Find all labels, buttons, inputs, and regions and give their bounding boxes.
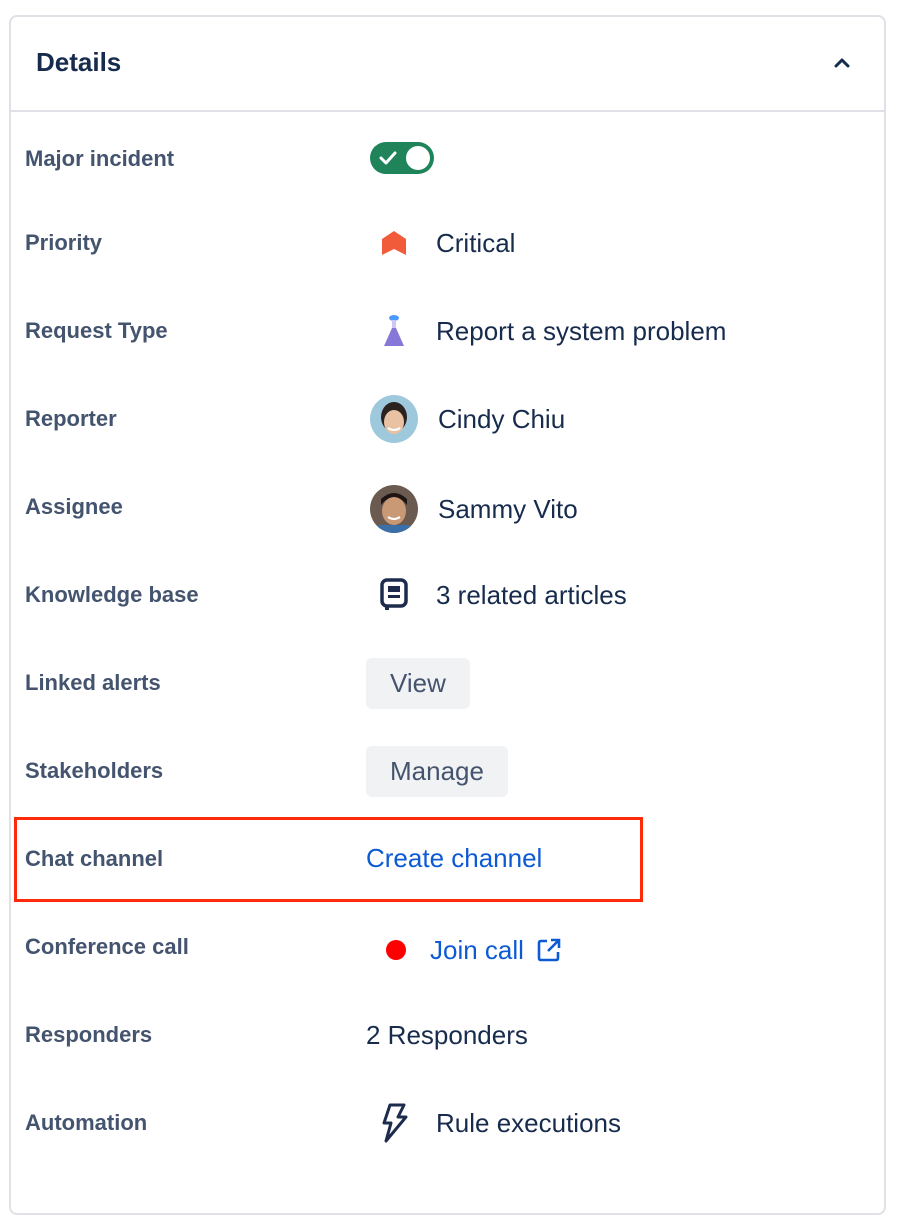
field-priority: Priority Critical: [0, 206, 904, 294]
rule-executions-link[interactable]: Rule executions: [436, 1108, 621, 1139]
join-call-link[interactable]: Join call: [430, 935, 524, 966]
priority-critical-icon: [380, 229, 436, 257]
field-value: Sammy Vito: [370, 484, 578, 534]
field-value: 3 related articles: [380, 570, 627, 620]
field-label: Request Type: [25, 318, 168, 343]
external-link-icon[interactable]: [536, 937, 562, 963]
chevron-up-icon[interactable]: [830, 51, 854, 75]
field-conference-call: Conference call Join call: [0, 910, 904, 998]
field-label: Linked alerts: [25, 670, 161, 695]
responders-value[interactable]: 2 Responders: [366, 1020, 528, 1051]
reporter-avatar[interactable]: [370, 395, 418, 443]
field-value: Rule executions: [380, 1098, 621, 1148]
field-major-incident: Major incident: [0, 118, 904, 206]
field-automation: Automation Rule executions: [0, 1086, 904, 1174]
field-request-type: Request Type Report a system problem: [0, 294, 904, 382]
view-alerts-button[interactable]: View: [366, 657, 470, 709]
field-label: Reporter: [25, 406, 117, 431]
assignee-name[interactable]: Sammy Vito: [438, 494, 578, 525]
priority-value: Critical: [436, 227, 516, 258]
field-stakeholders: Stakeholders Manage: [0, 734, 904, 822]
field-value: [370, 133, 434, 183]
highlight-box: [14, 817, 643, 902]
details-header[interactable]: Details: [11, 17, 884, 112]
lightning-icon: [380, 1103, 436, 1143]
field-value: 2 Responders: [366, 1010, 528, 1060]
field-label: Priority: [25, 230, 103, 255]
field-label: Knowledge base: [25, 582, 199, 607]
field-knowledge-base: Knowledge base 3 related articles: [0, 558, 904, 646]
request-type-value: Report a system problem: [436, 315, 727, 346]
toggle-knob: [406, 146, 430, 170]
field-assignee: Assignee Sammy Vito: [0, 470, 904, 558]
details-title: Details: [36, 47, 122, 77]
major-incident-toggle[interactable]: [370, 142, 434, 174]
field-value: Manage: [366, 745, 508, 797]
field-value: Join call: [386, 925, 562, 975]
field-value: Report a system problem: [380, 306, 726, 356]
field-label: Responders: [25, 1022, 153, 1047]
field-value: Cindy Chiu: [370, 394, 565, 444]
field-reporter: Reporter Cindy Chiu: [0, 382, 904, 470]
field-responders: Responders 2 Responders: [0, 998, 904, 1086]
assignee-avatar[interactable]: [370, 485, 418, 533]
call-status-dot: [386, 940, 406, 960]
field-label: Automation: [25, 1110, 148, 1135]
field-linked-alerts: Linked alerts View: [0, 646, 904, 734]
field-label: Assignee: [25, 494, 123, 519]
field-label: Conference call: [25, 934, 189, 959]
book-icon: [380, 578, 436, 612]
field-label: Stakeholders: [25, 758, 164, 783]
field-value: View: [366, 657, 470, 709]
field-value: Critical: [380, 218, 515, 268]
knowledge-base-link[interactable]: 3 related articles: [436, 580, 627, 611]
manage-stakeholders-button[interactable]: Manage: [366, 745, 508, 797]
reporter-name[interactable]: Cindy Chiu: [438, 404, 565, 435]
flask-icon: [380, 314, 436, 348]
field-label: Major incident: [25, 146, 175, 171]
check-icon: [379, 151, 397, 165]
